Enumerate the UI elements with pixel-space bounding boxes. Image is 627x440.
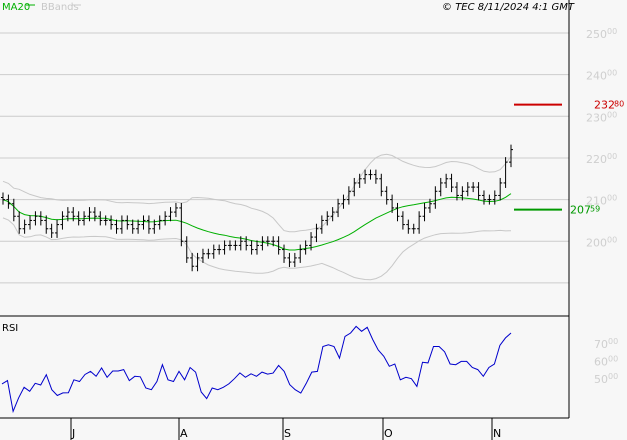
rsi-tick-decimal: 00 (608, 372, 618, 381)
month-axis: JASON (70, 418, 501, 440)
month-label: S (284, 427, 291, 440)
rsi-tick-label: 70 (594, 338, 608, 351)
bollinger-bands (2, 153, 512, 281)
month-label: A (180, 427, 188, 440)
price-level-decimal: 80 (614, 100, 624, 109)
month-label: N (493, 427, 501, 440)
y-tick-label: 220 (586, 153, 607, 166)
rsi-panel: 70 0060 0050 00 (1, 325, 618, 414)
copyright: © TEC 8/11/2024 4:1 GMT (442, 2, 575, 13)
rsi-tick-label: 50 (594, 373, 608, 386)
rsi-line (1, 325, 512, 414)
rsi-title: RSI (2, 323, 18, 334)
y-tick-label: 240 (586, 70, 607, 83)
y-tick-decimal: 00 (607, 194, 617, 203)
y-tick-decimal: 00 (607, 27, 617, 36)
y-tick-decimal: 00 (607, 110, 617, 119)
y-tick-decimal: 00 (607, 235, 617, 244)
price-bars (1, 144, 513, 272)
y-tick-label: 200 (586, 236, 607, 249)
rsi-tick-decimal: 00 (608, 355, 618, 364)
rsi-tick-decimal: 00 (608, 337, 618, 346)
y-tick-label: 250 (586, 28, 607, 41)
month-label: J (71, 427, 75, 440)
stock-chart: 232 80207 59 250 00240 00230 00220 00210 00200 0… (0, 0, 624, 440)
y-tick-decimal: 00 (607, 152, 617, 161)
rsi-tick-label: 60 (594, 356, 608, 369)
legend-bbands: BBands (41, 2, 79, 13)
y-tick-label: 230 (586, 111, 607, 124)
legend-ma20: MA20 (2, 2, 30, 13)
y-tick-decimal: 00 (607, 69, 617, 78)
month-label: O (384, 427, 393, 440)
y-tick-label: 210 (586, 195, 607, 208)
